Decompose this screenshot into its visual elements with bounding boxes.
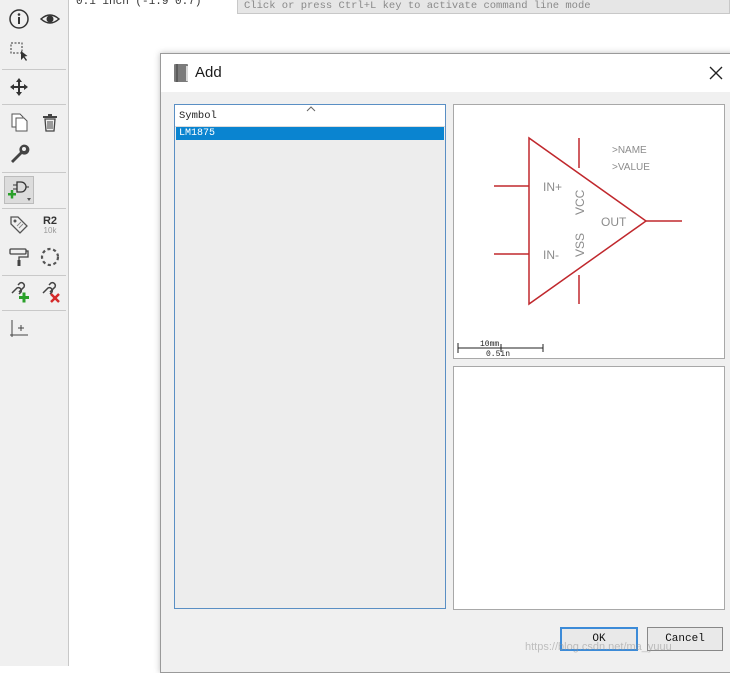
lm1875-symbol: IN+ IN- OUT VCC VSS >NAME >VALUE 10mm 0.… bbox=[457, 136, 682, 359]
symbol-list[interactable]: Symbol LM1875 bbox=[174, 104, 446, 609]
command-line-input[interactable]: Click or press Ctrl+L key to activate co… bbox=[237, 0, 730, 14]
close-icon[interactable] bbox=[706, 63, 726, 83]
dialog-title: Add bbox=[195, 64, 222, 81]
name-placeholder: >NAME bbox=[612, 145, 647, 156]
vss-label: VSS bbox=[573, 233, 587, 257]
name-icon[interactable]: R2 10k bbox=[37, 212, 63, 238]
net-delete-icon[interactable] bbox=[37, 279, 63, 305]
scale-in-label: 0.5in bbox=[486, 350, 510, 358]
vcc-label: VCC bbox=[573, 189, 587, 215]
name-tool-label: R2 bbox=[42, 214, 58, 227]
eye-icon[interactable] bbox=[37, 6, 63, 32]
coordinate-readout: 0.1 inch (-1.9 0.7) bbox=[76, 0, 202, 8]
list-column-header[interactable]: Symbol bbox=[175, 105, 445, 127]
in-minus-label: IN- bbox=[543, 248, 559, 262]
group-icon[interactable] bbox=[37, 244, 63, 270]
wrench-icon[interactable] bbox=[6, 141, 32, 167]
value-tool-label: 10k bbox=[43, 225, 57, 235]
add-part-icon[interactable] bbox=[4, 176, 34, 204]
net-add-icon[interactable] bbox=[6, 279, 32, 305]
description-panel bbox=[453, 366, 725, 610]
move-icon[interactable] bbox=[6, 74, 32, 100]
delete-icon[interactable] bbox=[37, 109, 63, 135]
value-placeholder: >VALUE bbox=[612, 162, 650, 173]
out-label: OUT bbox=[601, 215, 627, 229]
in-plus-label: IN+ bbox=[543, 180, 562, 194]
info-icon[interactable] bbox=[6, 6, 32, 32]
select-icon[interactable] bbox=[6, 38, 32, 64]
paint-icon[interactable] bbox=[6, 244, 32, 270]
book-icon bbox=[172, 63, 190, 88]
add-dialog: Add Symbol LM1875 IN+ IN- OUT VCC VSS >N… bbox=[160, 53, 730, 673]
copy-icon[interactable] bbox=[6, 109, 32, 135]
dialog-titlebar: Add bbox=[161, 54, 730, 92]
scale-mm-label: 10mm bbox=[480, 340, 499, 349]
sort-caret-icon bbox=[306, 105, 316, 115]
column-header-label: Symbol bbox=[179, 110, 217, 122]
tool-palette: R2 10k bbox=[0, 0, 69, 666]
watermark: https://blog.csdn.net/ma_yuuu bbox=[525, 641, 672, 653]
tag-icon[interactable] bbox=[6, 212, 32, 238]
symbol-preview: IN+ IN- OUT VCC VSS >NAME >VALUE 10mm 0.… bbox=[453, 104, 725, 359]
origin-icon[interactable] bbox=[6, 315, 32, 341]
list-item[interactable]: LM1875 bbox=[176, 127, 444, 140]
